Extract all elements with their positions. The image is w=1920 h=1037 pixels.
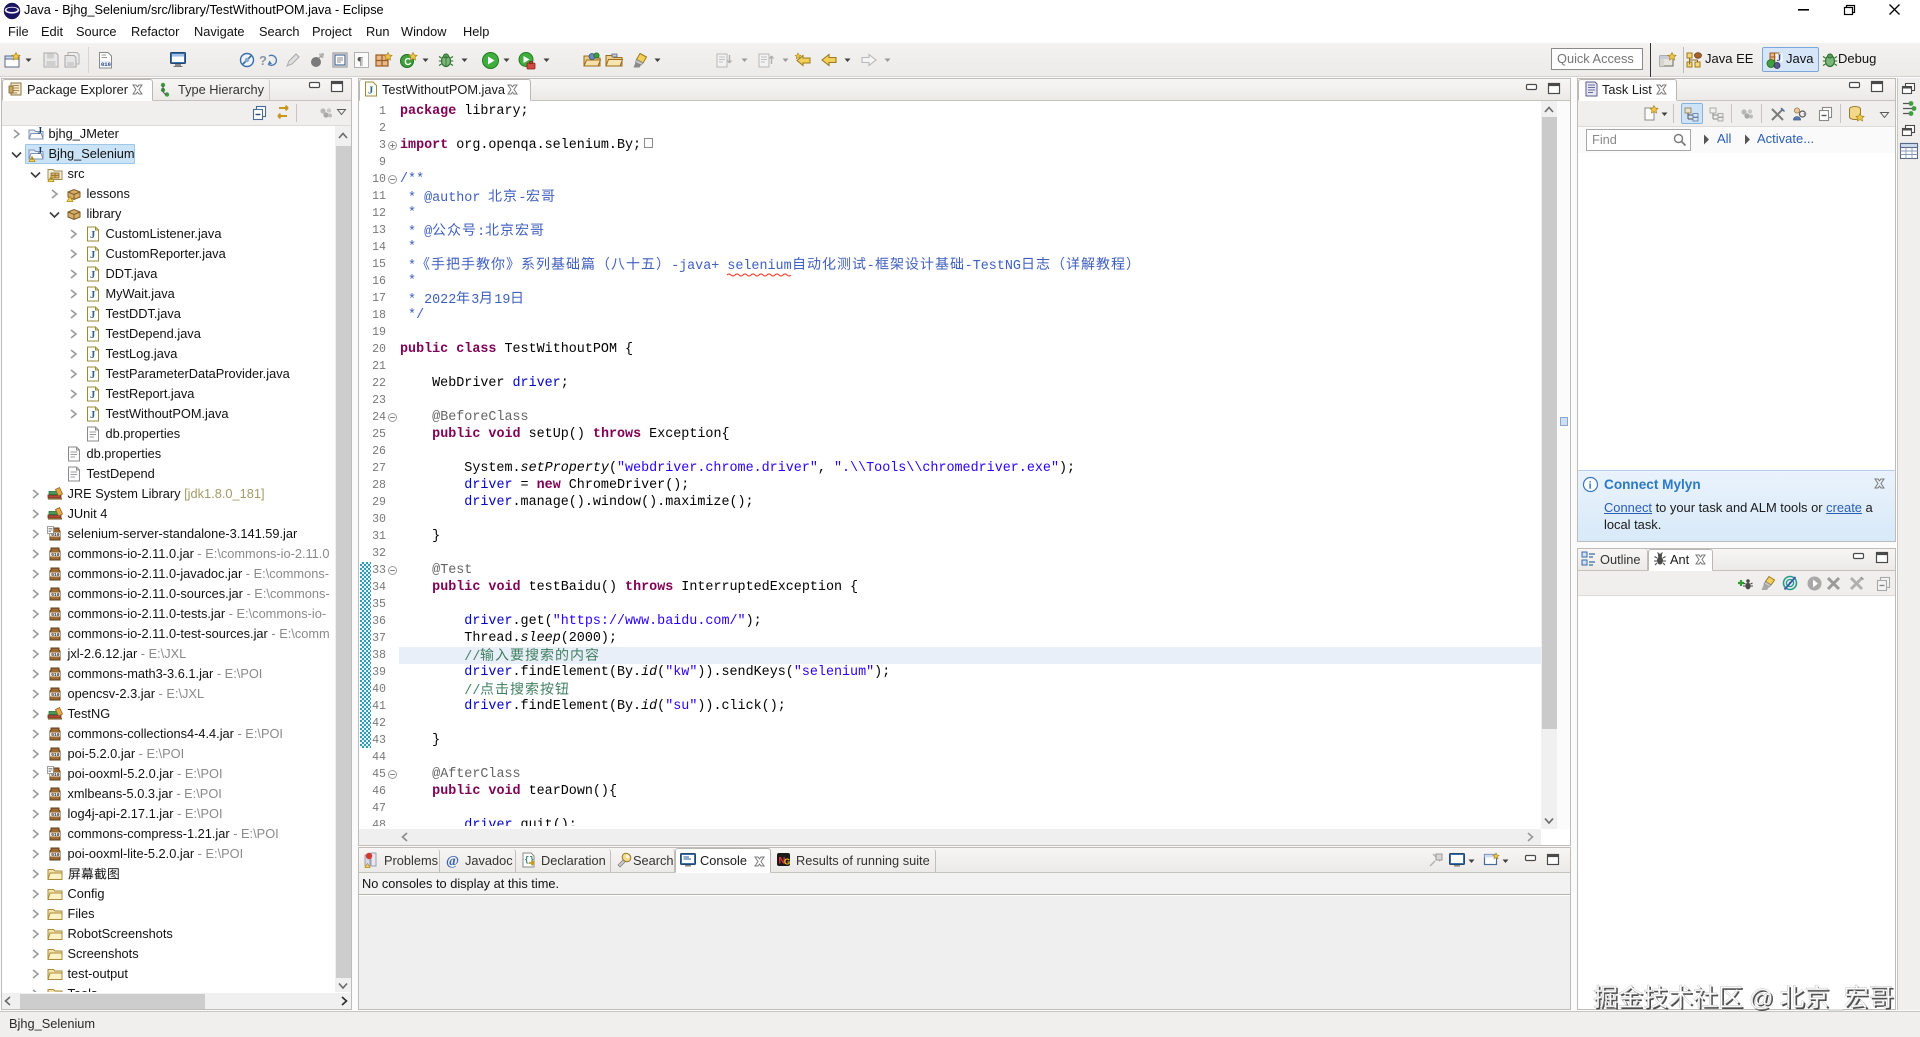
svg-text:J: J xyxy=(90,250,95,261)
svg-text:010: 010 xyxy=(51,732,60,738)
svg-text:010: 010 xyxy=(51,592,60,598)
svg-text:J: J xyxy=(90,310,95,321)
svg-text:G: G xyxy=(784,858,790,867)
svg-text:J: J xyxy=(368,85,373,96)
svg-text:@: @ xyxy=(446,854,459,869)
svg-text:J: J xyxy=(90,410,95,421)
svg-text:010: 010 xyxy=(51,612,60,618)
svg-text:J: J xyxy=(90,230,95,241)
svg-text:J: J xyxy=(37,126,42,136)
svg-text:010: 010 xyxy=(51,812,60,818)
svg-text:010: 010 xyxy=(51,572,60,578)
svg-text:¶: ¶ xyxy=(358,54,364,68)
svg-text:J: J xyxy=(37,146,42,156)
svg-text:J: J xyxy=(90,290,95,301)
svg-text:010: 010 xyxy=(51,832,60,838)
svg-text:010: 010 xyxy=(51,632,60,638)
svg-text:J: J xyxy=(90,330,95,341)
svg-text:010: 010 xyxy=(51,672,60,678)
svg-text:010: 010 xyxy=(51,692,60,698)
svg-text:J: J xyxy=(90,350,95,361)
svg-text:J: J xyxy=(90,370,95,381)
svg-text:J: J xyxy=(90,390,95,401)
svg-text:010: 010 xyxy=(51,752,60,758)
svg-text:J: J xyxy=(90,270,95,281)
svg-text:010: 010 xyxy=(51,652,60,658)
svg-text:J: J xyxy=(1777,54,1782,64)
svg-text:i: i xyxy=(1589,481,1592,492)
svg-text:010: 010 xyxy=(101,61,111,68)
svg-text:010: 010 xyxy=(51,852,60,858)
svg-text:010: 010 xyxy=(51,792,60,798)
svg-text:010: 010 xyxy=(51,552,60,558)
svg-text:?: ? xyxy=(259,53,267,68)
